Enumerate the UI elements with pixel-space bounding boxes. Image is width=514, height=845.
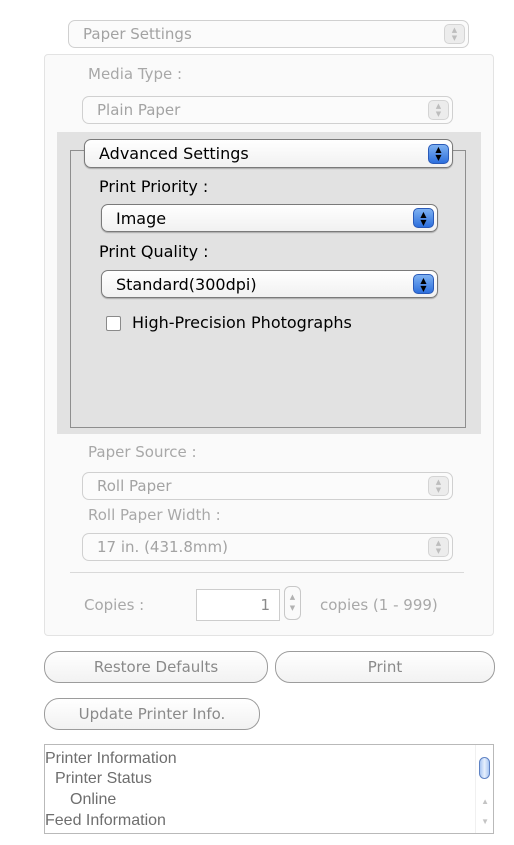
up-down-chevron-icon: ▲ ▼ — [444, 24, 465, 44]
roll-paper-width-select[interactable]: 17 in. (431.8mm) ▲ ▼ — [82, 533, 453, 561]
print-quality-select[interactable]: Standard(300dpi) ▲ ▼ — [101, 270, 438, 298]
media-type-label: Media Type : — [88, 65, 183, 83]
list-item: Feed Information — [45, 812, 166, 829]
advanced-settings-value: Advanced Settings — [99, 144, 249, 163]
panel-select-value: Paper Settings — [83, 25, 192, 43]
advanced-settings-select[interactable]: Advanced Settings ▲ ▼ — [84, 139, 453, 168]
roll-paper-width-value: 17 in. (431.8mm) — [97, 538, 228, 556]
restore-defaults-button[interactable]: Restore Defaults — [44, 651, 268, 683]
up-down-chevron-icon: ▲ ▼ — [428, 143, 449, 164]
list-item: Printer Information — [45, 750, 177, 767]
scroll-down-arrow-icon[interactable]: ▼ — [481, 817, 489, 826]
media-type-select[interactable]: Plain Paper ▲ ▼ — [82, 96, 453, 124]
print-priority-value: Image — [116, 208, 167, 228]
high-precision-label: High-Precision Photographs — [132, 313, 352, 332]
paper-source-select[interactable]: Roll Paper ▲ ▼ — [82, 472, 453, 500]
list-item: Printer Status — [55, 770, 152, 787]
print-quality-label: Print Quality : — [99, 242, 209, 261]
high-precision-checkbox[interactable] — [106, 316, 121, 331]
separator-line — [70, 572, 464, 573]
scrollbar-thumb[interactable] — [479, 757, 490, 779]
up-down-chevron-icon: ▲ ▼ — [413, 274, 434, 294]
print-quality-value: Standard(300dpi) — [116, 274, 257, 294]
paper-source-value: Roll Paper — [97, 477, 172, 495]
up-down-chevron-icon: ▲ ▼ — [428, 537, 449, 557]
print-priority-select[interactable]: Image ▲ ▼ — [101, 204, 438, 232]
panel-select[interactable]: Paper Settings ▲ ▼ — [68, 20, 469, 48]
roll-paper-width-label: Roll Paper Width : — [88, 506, 221, 524]
scroll-up-arrow-icon[interactable]: ▲ — [481, 797, 489, 806]
stepper-arrows-icon[interactable]: ▲ ▼ — [284, 586, 301, 620]
print-button[interactable]: Print — [275, 651, 495, 683]
up-down-chevron-icon: ▲ ▼ — [413, 208, 434, 228]
copies-label: Copies : — [84, 596, 145, 614]
update-printer-info-button[interactable]: Update Printer Info. — [44, 698, 260, 730]
media-type-value: Plain Paper — [97, 101, 181, 119]
paper-source-label: Paper Source : — [88, 443, 197, 461]
up-down-chevron-icon: ▲ ▼ — [428, 100, 449, 120]
print-priority-label: Print Priority : — [99, 177, 209, 196]
up-down-chevron-icon: ▲ ▼ — [428, 476, 449, 496]
copies-range-text: copies (1 - 999) — [320, 596, 438, 614]
copies-input[interactable]: 1 — [196, 589, 280, 621]
list-item: Online — [70, 791, 117, 808]
printer-info-list[interactable]: Printer Information Printer Status Onlin… — [44, 744, 494, 834]
